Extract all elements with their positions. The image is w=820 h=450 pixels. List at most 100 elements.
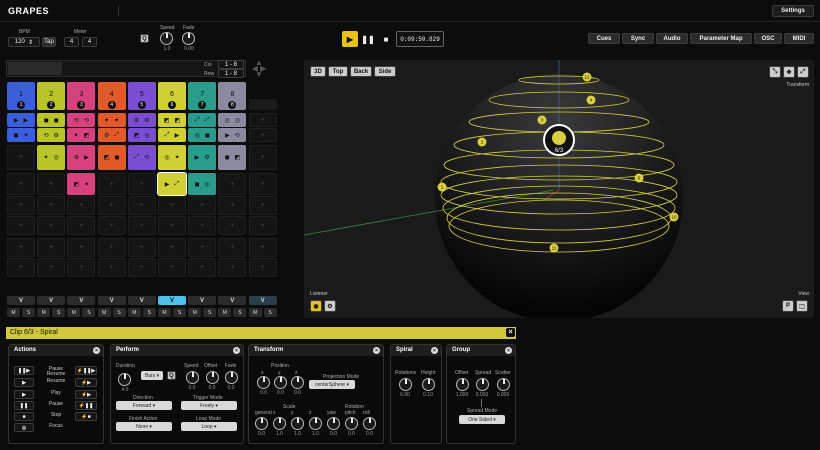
track-solo-button[interactable]: S: [22, 308, 35, 317]
clip-cell[interactable]: ◼ ✦: [7, 128, 35, 142]
group-offset-knob[interactable]: [456, 378, 469, 391]
meter-num-input[interactable]: 4: [64, 37, 79, 47]
clip-cell[interactable]: ◩ ✦: [67, 173, 96, 195]
empty-slot[interactable]: +: [248, 258, 277, 277]
empty-slot[interactable]: +: [67, 196, 96, 215]
empty-slot[interactable]: +: [37, 196, 66, 215]
stop-button[interactable]: ■: [378, 31, 394, 47]
position-knob[interactable]: [274, 376, 287, 389]
empty-slot[interactable]: +: [7, 238, 35, 257]
action-trigger-button[interactable]: ▶: [14, 390, 34, 399]
track-header-2[interactable]: 22: [37, 82, 66, 110]
perform-fade-knob[interactable]: [225, 371, 238, 384]
empty-slot[interactable]: +: [97, 196, 126, 215]
empty-slot[interactable]: +: [37, 258, 66, 277]
transform-rotate-button[interactable]: ✥: [783, 66, 795, 78]
grid-arrows-icon[interactable]: ▲ ◀ ▶ ▼: [250, 59, 268, 79]
clip-cell[interactable]: ⤢ ⟲: [127, 145, 156, 170]
track-mute-button[interactable]: M: [67, 308, 81, 317]
perform-close-icon[interactable]: ×: [233, 347, 240, 354]
bpm-input[interactable]: 120 ⇕: [8, 37, 40, 47]
transform-close-icon[interactable]: ×: [373, 347, 380, 354]
empty-slot[interactable]: +: [37, 238, 66, 257]
track-header-1[interactable]: 11: [7, 82, 35, 110]
nav-audio[interactable]: Audio: [656, 33, 688, 44]
rotation-knob[interactable]: [363, 417, 376, 430]
action-trigger-button[interactable]: ■: [14, 412, 34, 421]
action-trigger-button[interactable]: ▶: [14, 378, 34, 387]
view-cube-button[interactable]: ⬚: [796, 300, 808, 312]
empty-slot[interactable]: +: [37, 216, 66, 235]
perspective-button[interactable]: P: [782, 300, 794, 312]
empty-slot[interactable]: +: [158, 196, 186, 215]
track-visibility-button[interactable]: V: [218, 296, 247, 305]
empty-slot[interactable]: +: [7, 258, 35, 277]
view-back[interactable]: Back: [350, 66, 372, 77]
empty-slot[interactable]: +: [248, 145, 277, 170]
track-header-6[interactable]: 66: [158, 82, 186, 110]
empty-slot[interactable]: +: [127, 238, 156, 257]
empty-slot[interactable]: +: [127, 173, 156, 195]
actions-close-icon[interactable]: ×: [93, 347, 100, 354]
action-immediate-button[interactable]: ⚡▶: [75, 390, 97, 399]
clip-cell[interactable]: ◼ ◎: [188, 173, 217, 195]
clip-cell[interactable]: ✦ ◎: [37, 145, 66, 170]
clip-cell[interactable]: ⤢ ⤢: [188, 113, 217, 127]
empty-slot[interactable]: +: [127, 196, 156, 215]
empty-slot[interactable]: +: [248, 128, 277, 142]
empty-slot[interactable]: +: [127, 258, 156, 277]
empty-slot[interactable]: +: [37, 173, 66, 195]
quantize-button[interactable]: Q: [140, 34, 149, 43]
action-immediate-button[interactable]: ⚡▶: [75, 378, 97, 387]
empty-slot[interactable]: +: [188, 196, 217, 215]
empty-slot[interactable]: +: [218, 196, 247, 215]
empty-slot[interactable]: +: [158, 258, 186, 277]
listener-eye-button[interactable]: ◉: [310, 300, 322, 312]
meter-den-input[interactable]: 4: [82, 37, 97, 47]
spiral-close-icon[interactable]: ×: [431, 347, 438, 354]
scale-knob[interactable]: [273, 417, 286, 430]
empty-slot[interactable]: +: [127, 216, 156, 235]
loop-mode-select[interactable]: Loop ▾: [181, 422, 237, 431]
clip-cell[interactable]: ⟲ ⚙: [37, 128, 66, 142]
track-visibility-button[interactable]: V: [127, 296, 156, 305]
track-header-8[interactable]: 88: [218, 82, 247, 110]
fade-knob[interactable]: [182, 32, 195, 45]
empty-slot[interactable]: +: [188, 258, 217, 277]
track-solo-button[interactable]: S: [82, 308, 96, 317]
empty-slot[interactable]: +: [158, 216, 186, 235]
empty-slot[interactable]: +: [158, 238, 186, 257]
track-mute-button[interactable]: M: [7, 308, 20, 317]
group-close-icon[interactable]: ×: [505, 347, 512, 354]
action-trigger-button[interactable]: ◎: [14, 423, 34, 432]
rotation-knob[interactable]: [327, 417, 340, 430]
clip-cell[interactable]: ⚙ ⚙: [127, 113, 156, 127]
view-top[interactable]: Top: [328, 66, 348, 77]
nav-cues[interactable]: Cues: [588, 33, 620, 44]
track-solo-button[interactable]: S: [142, 308, 156, 317]
clip-cell[interactable]: ◎ ◎: [218, 113, 247, 127]
nav-midi[interactable]: MIDI: [784, 33, 814, 44]
settings-button[interactable]: Settings: [772, 5, 814, 17]
empty-slot[interactable]: +: [188, 216, 217, 235]
empty-slot[interactable]: +: [218, 173, 247, 195]
group-scatter-knob[interactable]: [497, 378, 510, 391]
empty-slot[interactable]: +: [97, 216, 126, 235]
clip-cell[interactable]: ✦ ◩: [67, 128, 96, 142]
clip-cell[interactable]: ▶ ⟲: [218, 128, 247, 142]
track-mute-button[interactable]: M: [127, 308, 141, 317]
clip-cell[interactable]: ▶ ⚙: [188, 145, 217, 170]
transform-translate-button[interactable]: ⤡: [769, 66, 781, 78]
clip-cell[interactable]: ◩ ◼: [97, 145, 126, 170]
perform-offset-knob[interactable]: [206, 371, 219, 384]
empty-slot[interactable]: +: [67, 238, 96, 257]
listener-settings-button[interactable]: ⚙: [324, 300, 336, 312]
scale-knob[interactable]: [255, 417, 268, 430]
empty-slot[interactable]: +: [97, 258, 126, 277]
action-trigger-button[interactable]: ❚❚: [14, 401, 34, 410]
view-side[interactable]: Side: [374, 66, 396, 77]
track-visibility-button[interactable]: V: [188, 296, 217, 305]
clip-cell[interactable]: ◎ ✦: [158, 145, 186, 170]
clip-close-button[interactable]: ×: [506, 328, 515, 337]
trigger-mode-select[interactable]: Freely ▾: [181, 401, 237, 410]
